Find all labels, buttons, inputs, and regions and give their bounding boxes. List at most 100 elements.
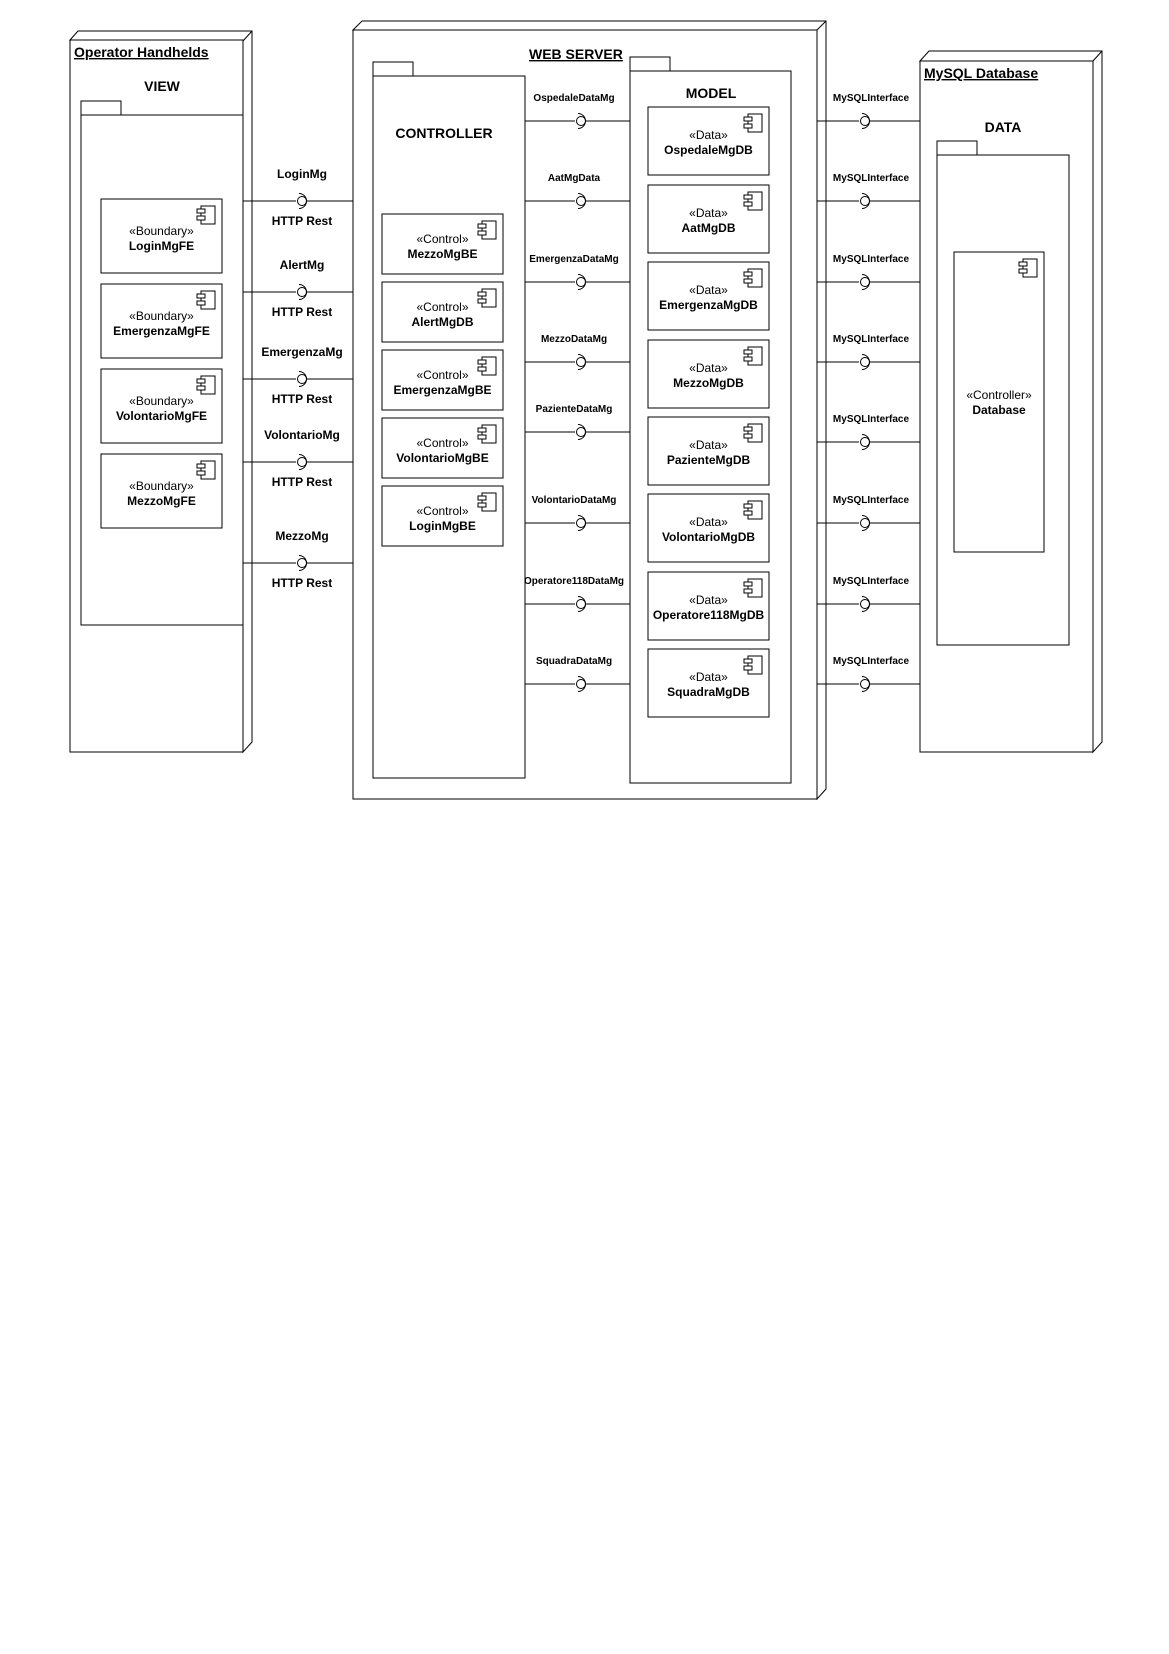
component-name: Database (972, 403, 1026, 417)
data-component-pazientemgdb[interactable]: «Data»PazienteMgDB (647, 416, 770, 486)
interface-label: MySQLInterface (833, 93, 910, 104)
interface-label: EmergenzaMg (261, 345, 342, 359)
data-component-aatmgdb[interactable]: «Data»AatMgDB (647, 184, 770, 254)
interface-label: MezzoDataMg (541, 334, 607, 345)
client-interface-alertmg: AlertMg HTTP Rest (243, 258, 353, 319)
component-name: Operatore118MgDB (653, 608, 765, 622)
component-name: SquadraMgDB (667, 685, 750, 699)
interface-label: MezzoMg (275, 529, 328, 543)
interface-label: AatMgData (548, 173, 601, 184)
component-stereotype: «Controller» (966, 388, 1032, 402)
component-name: VolontarioMgFE (116, 409, 207, 423)
component-stereotype: «Control» (416, 232, 468, 246)
interface-label: VolontarioMg (264, 428, 340, 442)
db-interface-7: MySQLInterface (817, 576, 920, 612)
db-interface-2: MySQLInterface (817, 173, 920, 209)
component-stereotype: «Data» (689, 206, 728, 220)
interface-label: MySQLInterface (833, 656, 910, 667)
interface-label: MySQLInterface (833, 495, 910, 506)
component-stereotype: «Data» (689, 438, 728, 452)
interface-label: AlertMg (280, 258, 325, 272)
component-name: MezzoMgDB (673, 376, 744, 390)
component-name: EmergenzaMgBE (393, 383, 491, 397)
component-stereotype: «Control» (416, 504, 468, 518)
interface-label: MySQLInterface (833, 334, 910, 345)
component-name: MezzoMgBE (408, 247, 478, 261)
component-name: PazienteMgDB (667, 453, 751, 467)
interface-label: SquadraDataMg (536, 656, 612, 667)
component-stereotype: «Boundary» (129, 224, 194, 238)
client-interface-volontariomg: VolontarioMg HTTP Rest (243, 428, 353, 489)
component-stereotype: «Data» (689, 515, 728, 529)
component-name: AlertMgDB (412, 315, 474, 329)
protocol-label: HTTP Rest (272, 576, 332, 590)
interface-label: MySQLInterface (833, 173, 910, 184)
component-name: MezzoMgFE (127, 494, 196, 508)
model-package-label: MODEL (686, 85, 737, 101)
data-package-label: DATA (985, 119, 1022, 135)
component-stereotype: «Control» (416, 436, 468, 450)
component-name: EmergenzaMgFE (113, 324, 210, 338)
component-name: AatMgDB (682, 221, 736, 235)
interface-label: PazienteDataMg (536, 404, 613, 415)
controller-package-label: CONTROLLER (395, 125, 492, 141)
client-interface-loginmg: LoginMg HTTP Rest (243, 167, 353, 228)
data-component-operatore118mgdb[interactable]: «Data»Operatore118MgDB (647, 571, 770, 641)
component-name: EmergenzaMgDB (659, 298, 758, 312)
db-interface-4: MySQLInterface (817, 334, 920, 370)
boundary-component-emergenzamgfe[interactable]: «Boundary»EmergenzaMgFE (100, 283, 223, 359)
db-interface-6: MySQLInterface (817, 495, 920, 531)
interface-label: Operatore118DataMg (524, 576, 624, 587)
component-stereotype: «Data» (689, 361, 728, 375)
mysql-node-title: MySQL Database (924, 65, 1038, 81)
boundary-component-loginmgfe[interactable]: «Boundary»LoginMgFE (100, 198, 223, 274)
component-stereotype: «Boundary» (129, 394, 194, 408)
interface-label: LoginMg (277, 167, 327, 181)
protocol-label: HTTP Rest (272, 392, 332, 406)
interface-label: MySQLInterface (833, 254, 910, 265)
client-interface-mezzomg: MezzoMg HTTP Rest (243, 529, 353, 590)
db-interface-3: MySQLInterface (817, 254, 920, 290)
interface-label: VolontarioDataMg (532, 495, 617, 506)
protocol-label: HTTP Rest (272, 305, 332, 319)
server-node-title: WEB SERVER (529, 46, 623, 62)
protocol-label: HTTP Rest (272, 475, 332, 489)
component-name: LoginMgFE (129, 239, 194, 253)
deployment-diagram: Operator Handhelds VIEW WEB SERVER CONTR… (68, 20, 1103, 801)
boundary-component-volontariomgfe[interactable]: «Boundary»VolontarioMgFE (100, 368, 223, 444)
controller-component-database[interactable]: «Controller»Database (953, 251, 1045, 553)
protocol-label: HTTP Rest (272, 214, 332, 228)
data-component-emergenzamgdb[interactable]: «Data»EmergenzaMgDB (647, 261, 770, 331)
component-stereotype: «Data» (689, 593, 728, 607)
component-stereotype: «Data» (689, 128, 728, 142)
db-interface-5: MySQLInterface (817, 414, 920, 450)
component-stereotype: «Control» (416, 368, 468, 382)
component-name: LoginMgBE (409, 519, 476, 533)
control-component-volontariomgbe[interactable]: «Control»VolontarioMgBE (381, 417, 504, 479)
data-component-squadramgdb[interactable]: «Data»SquadraMgDB (647, 648, 770, 718)
data-component-ospedalemgdb[interactable]: «Data»OspedaleMgDB (647, 106, 770, 176)
data-component-volontariomgdb[interactable]: «Data»VolontarioMgDB (647, 493, 770, 563)
db-interface-1: MySQLInterface (817, 93, 920, 129)
db-interface-8: MySQLInterface (817, 656, 920, 692)
component-stereotype: «Data» (689, 670, 728, 684)
interface-label: MySQLInterface (833, 576, 910, 587)
view-package-label: VIEW (144, 78, 181, 94)
operator-node-title: Operator Handhelds (74, 44, 209, 60)
component-stereotype: «Boundary» (129, 309, 194, 323)
component-stereotype: «Control» (416, 300, 468, 314)
component-stereotype: «Boundary» (129, 479, 194, 493)
interface-label: OspedaleDataMg (533, 93, 614, 104)
control-component-mezzomgbe[interactable]: «Control»MezzoMgBE (381, 213, 504, 275)
component-name: VolontarioMgBE (396, 451, 488, 465)
control-component-emergenzamgbe[interactable]: «Control»EmergenzaMgBE (381, 349, 504, 411)
component-name: VolontarioMgDB (662, 530, 755, 544)
component-stereotype: «Data» (689, 283, 728, 297)
interface-label: MySQLInterface (833, 414, 910, 425)
interface-label: EmergenzaDataMg (529, 254, 618, 265)
control-component-alertmgdb[interactable]: «Control»AlertMgDB (381, 281, 504, 343)
data-component-mezzomgdb[interactable]: «Data»MezzoMgDB (647, 339, 770, 409)
control-component-loginmgbe[interactable]: «Control»LoginMgBE (381, 485, 504, 547)
component-name: OspedaleMgDB (664, 143, 753, 157)
boundary-component-mezzomgfe[interactable]: «Boundary»MezzoMgFE (100, 453, 223, 529)
